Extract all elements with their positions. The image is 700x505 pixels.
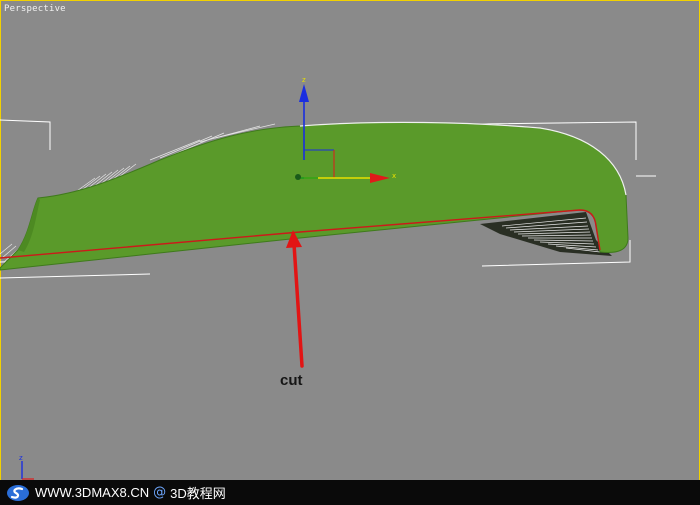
tripod-z-label: z xyxy=(19,455,23,462)
gizmo-z-label: z xyxy=(302,76,306,84)
watermark-at-sign: @ xyxy=(153,485,167,500)
gizmo-x-label: x xyxy=(392,172,396,180)
cut-annotation-label: cut xyxy=(280,372,303,389)
model-surface xyxy=(0,121,629,271)
watermark-brand: 3D教程网 xyxy=(170,486,226,501)
cut-annotation-arrow xyxy=(286,230,304,368)
axis-tripod: z xyxy=(19,455,34,480)
site-logo-icon xyxy=(6,484,30,502)
viewport-scene: z x xyxy=(0,76,656,368)
perspective-viewport[interactable]: Perspective z x cut z xyxy=(0,0,700,505)
z-axis-arrow-icon[interactable] xyxy=(299,84,309,102)
watermark-site-url: WWW.3DMAX8.CN xyxy=(35,485,150,500)
gizmo-pivot-icon[interactable] xyxy=(295,174,301,180)
watermark-bar: WWW.3DMAX8.CN @ 3D教程网 xyxy=(0,480,700,505)
